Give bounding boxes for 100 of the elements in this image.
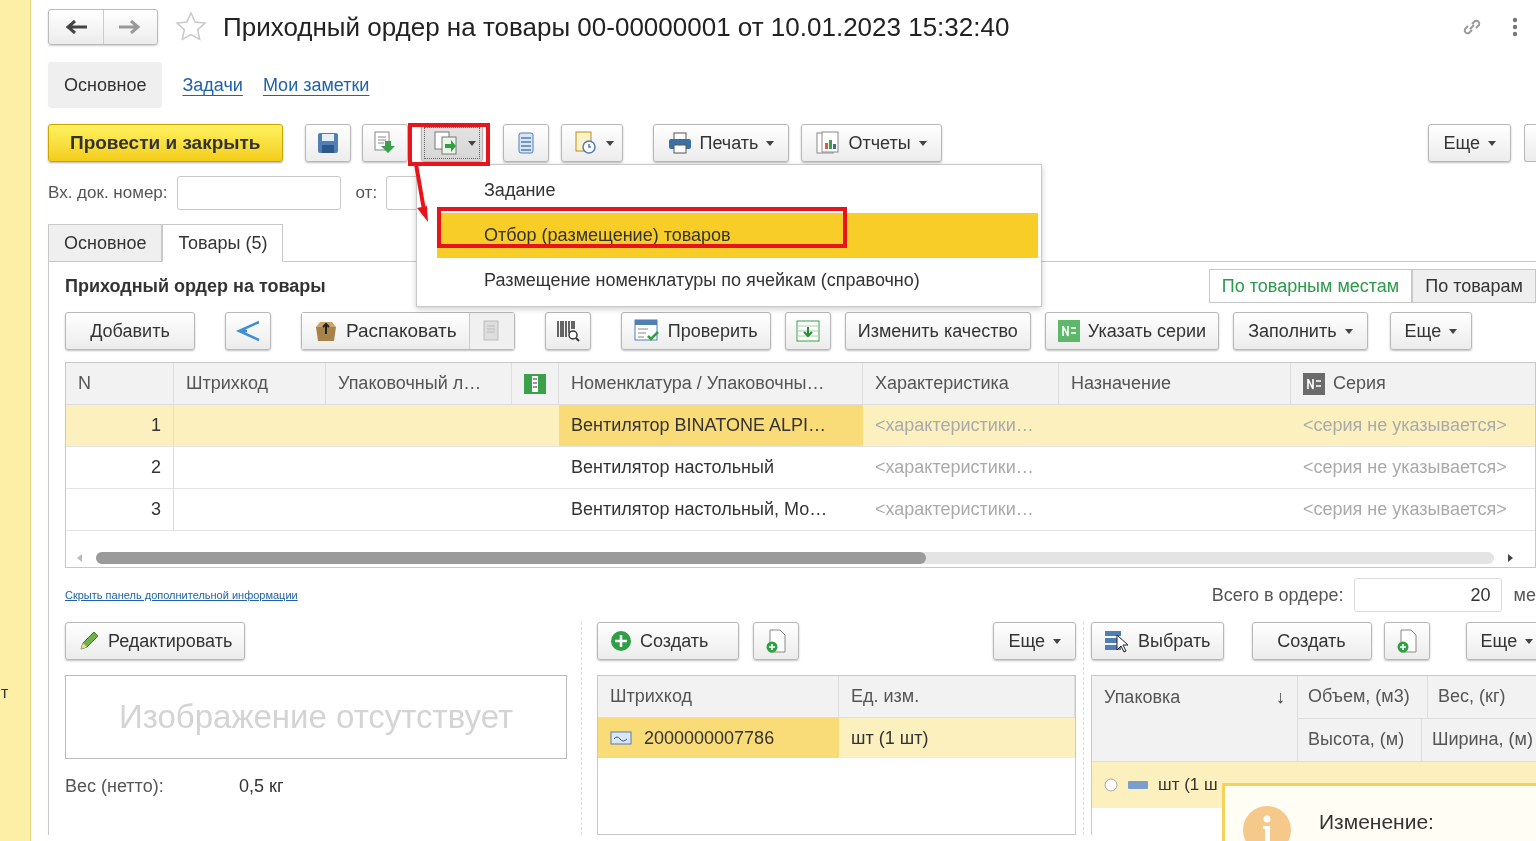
table-row[interactable]: 2000000007786 шт (1 шт)	[598, 718, 1075, 758]
tab[interactable]: Основное	[48, 224, 163, 262]
view-toggle[interactable]: По товарным местам	[1208, 269, 1413, 303]
column-header[interactable]: Ед. изм.	[839, 676, 1075, 717]
menu-item[interactable]: Размещение номенклатуры по ячейкам (справочно)	[437, 258, 1038, 303]
column-header[interactable]: Штрихкод	[598, 676, 839, 717]
column-header[interactable]: Объем, (м3)	[1298, 676, 1428, 718]
change-quality-button[interactable]: Изменить качество	[844, 312, 1031, 350]
table-cell: 2	[66, 447, 174, 488]
table-cell: 2000000007786	[598, 718, 839, 758]
table-cell-text: <характеристики…	[874, 456, 1035, 479]
input-field[interactable]	[176, 176, 341, 210]
menu-button[interactable]	[560, 124, 623, 162]
document-icon	[482, 320, 501, 342]
star-icon	[175, 11, 207, 43]
total-field[interactable]: 20	[1353, 578, 1502, 612]
column-header[interactable]: Высота, (м)	[1298, 718, 1422, 761]
form-tab[interactable]: Мои заметки	[262, 62, 370, 108]
column-header[interactable]: N	[66, 363, 174, 404]
list-icon	[517, 132, 534, 154]
unpack-button[interactable]: Распаковать	[302, 313, 470, 349]
table-cell-text: шт (1 шт)	[850, 726, 930, 750]
table-cell-text: <серия не указывается>	[1302, 456, 1508, 479]
table-cell-text: <характеристики…	[874, 498, 1035, 521]
caret-icon	[766, 140, 775, 146]
column-header[interactable]: Номенклатура / Упаковочны…	[559, 363, 863, 404]
table-cell-text: <серия не указывается>	[1302, 414, 1508, 437]
column-header[interactable]: Ширина, (м)	[1422, 718, 1536, 761]
table-cell-text: <серия не указывается>	[1302, 498, 1508, 521]
new-document-icon	[765, 629, 787, 653]
table-cell-text: Вентилятор настольный	[570, 456, 775, 479]
hide-panel-link[interactable]: Скрыть панель дополнительной информации	[65, 586, 298, 604]
more-button[interactable]: Еще	[993, 622, 1076, 660]
split-button[interactable]: Распаковать	[301, 312, 515, 350]
menu-item[interactable]: Отбор (размещение) товаров	[437, 213, 1038, 258]
add-button[interactable]: Добавить	[65, 312, 195, 350]
column-header[interactable]: Характеристика	[863, 363, 1059, 404]
create-button[interactable]: Создать	[597, 622, 739, 660]
set-series-button[interactable]: Указать серии	[1044, 312, 1220, 350]
more-button[interactable]: Еще	[1389, 312, 1473, 350]
form-tab[interactable]: Основное	[48, 62, 163, 108]
menu-item[interactable]: Задание	[437, 168, 1038, 213]
view-toggle[interactable]: По товарам	[1412, 269, 1536, 303]
more-button[interactable]: Еще	[1465, 622, 1536, 660]
check-button[interactable]: Проверить	[620, 312, 771, 350]
column-header[interactable]: Упаковочный л…	[326, 363, 512, 404]
column-header[interactable]: Упаковка ↓	[1092, 676, 1298, 761]
radio-icon	[1104, 778, 1118, 792]
property-value: 0,5 кг	[239, 775, 284, 798]
vertical-dots-icon	[1512, 17, 1518, 37]
reports-button[interactable]: Отчеты	[801, 124, 942, 162]
toolbar-button[interactable]	[1524, 124, 1536, 162]
table-cell: 1	[66, 405, 174, 446]
column-header[interactable]: Серия	[1291, 363, 1535, 404]
icon-button[interactable]	[1383, 622, 1430, 660]
more-menu-button[interactable]	[1512, 17, 1518, 37]
forward-arrow-icon	[119, 20, 142, 34]
number-sign-icon	[1303, 372, 1325, 395]
more-button[interactable]: Еще	[1428, 124, 1511, 162]
scrollbar[interactable]	[96, 552, 1494, 564]
icon-button[interactable]	[544, 312, 591, 350]
select-button[interactable]: Выбрать	[1091, 622, 1224, 660]
scrollbar-thumb[interactable]	[96, 552, 926, 564]
print-button[interactable]: Печать	[652, 124, 790, 162]
barcode-search-icon	[555, 319, 580, 343]
column-header[interactable]: Штрихкод	[174, 363, 326, 404]
fill-button[interactable]: Заполнить	[1233, 312, 1368, 350]
tab[interactable]: Товары (5)	[162, 224, 284, 262]
icon-button[interactable]	[753, 622, 799, 660]
notification-title: Изменение:	[1319, 809, 1434, 835]
table-row[interactable]: 3 Вентилятор настольный, Мо… <характеристики… <серия не указывается>	[66, 489, 1535, 531]
icon-button[interactable]	[361, 124, 408, 162]
new-document-icon	[1395, 629, 1418, 653]
caret-icon	[1053, 638, 1061, 644]
caret-icon	[1525, 638, 1534, 644]
save-icon	[316, 132, 339, 154]
form-tab[interactable]: Задачи	[182, 62, 243, 108]
window-title: Приходный ордер на товары 00-00000001 от 10.01.2023 15:32:40	[223, 10, 1010, 44]
caret-icon	[467, 140, 476, 146]
table-cell: Вентилятор BINATONE ALPI…	[559, 405, 863, 446]
unit-label: ме	[1513, 583, 1536, 607]
create-button[interactable]: Создать	[1251, 622, 1372, 660]
icon-button[interactable]	[304, 124, 351, 162]
back-arrow-icon	[64, 20, 87, 34]
scroll-right-icon	[1506, 554, 1514, 562]
table-row[interactable]: 2 Вентилятор настольный <характеристики… <серия не указывается>	[66, 447, 1535, 489]
column-header[interactable]: Назначение	[1059, 363, 1291, 404]
post-and-close-button[interactable]: Провести и закрыть	[48, 124, 283, 162]
section-title: Приходный ордер на товары	[65, 274, 326, 298]
field-label: Всего в ордере:	[1211, 583, 1344, 607]
printer-icon	[667, 132, 692, 154]
column-header[interactable]: Вес, (кг)	[1428, 676, 1536, 718]
package-icon	[1128, 781, 1148, 789]
table-row[interactable]: 1 Вентилятор BINATONE ALPI… <характеристики… <серия не указывается>	[66, 405, 1535, 447]
favorite-button[interactable]	[175, 11, 207, 43]
plus-circle-icon	[610, 630, 632, 652]
edit-button[interactable]: Редактировать	[65, 622, 246, 660]
icon-button[interactable]	[502, 124, 549, 162]
bookmark-icon	[524, 373, 546, 394]
icon-button[interactable]	[225, 312, 271, 350]
